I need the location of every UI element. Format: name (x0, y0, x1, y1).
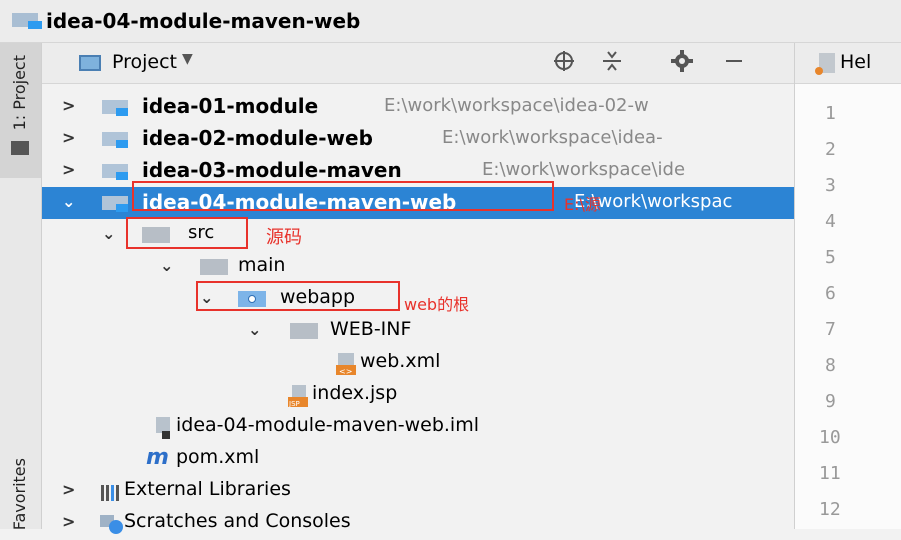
tree-item-index-jsp[interactable]: JSP index.jsp (42, 379, 794, 411)
xml-file-icon: <> (336, 353, 356, 376)
tree-item-label: pom.xml (176, 446, 260, 468)
tree-item-path: E:\work\workspace\idea-02-w (384, 95, 649, 116)
tree-item-label: web.xml (360, 350, 441, 372)
tree-item-label: index.jsp (312, 382, 398, 404)
chevron-right-icon[interactable]: > (62, 128, 75, 147)
line-number: 3 (825, 175, 836, 196)
svg-text:JSP: JSP (288, 400, 300, 407)
gear-icon[interactable] (670, 49, 694, 79)
tool-window-strip: 1: Project Favorites (0, 43, 42, 530)
module-folder-icon (102, 196, 128, 212)
maven-file-icon: m (146, 445, 169, 470)
project-view-icon (79, 55, 101, 71)
tree-item-web-xml[interactable]: <> web.xml (42, 347, 794, 379)
editor-area: Hel 1 2 3 4 5 6 7 8 9 10 11 12 (794, 43, 901, 529)
annotation-src: 源码 (266, 227, 302, 248)
module-folder-icon (102, 132, 128, 148)
locate-icon[interactable] (552, 49, 576, 79)
project-panel-header: Project ▼ (42, 43, 794, 84)
collapse-all-icon[interactable] (600, 49, 624, 79)
line-number: 8 (825, 355, 836, 376)
window-title: idea-04-module-maven-web (46, 9, 361, 33)
library-icon (100, 481, 120, 503)
line-number: 1 (825, 103, 836, 124)
line-number: 11 (819, 463, 841, 484)
line-number: 9 (825, 391, 836, 412)
iml-file-icon (152, 417, 172, 439)
module-folder-icon (102, 164, 128, 180)
java-file-icon (815, 53, 835, 75)
project-tool-button[interactable]: 1: Project (0, 43, 41, 178)
project-view-selector[interactable]: Project (112, 51, 177, 73)
chevron-down-icon[interactable]: ⌄ (102, 224, 115, 243)
annotation-webapp: web的根 (404, 295, 470, 314)
jsp-file-icon: JSP (288, 385, 308, 408)
chevron-down-icon[interactable]: ⌄ (160, 256, 173, 275)
scratches-icon (100, 513, 123, 535)
project-tool-icon (11, 141, 29, 155)
highlight-box-module (132, 181, 554, 211)
module-folder-icon (102, 100, 128, 116)
tree-item-label: idea-01-module (142, 94, 319, 118)
tree-item-label: WEB-INF (330, 318, 412, 340)
tree-item-idea-01-module[interactable]: > idea-01-module E:\work\workspace\idea-… (42, 91, 794, 123)
chevron-down-icon[interactable]: ⌄ (62, 192, 75, 211)
window-title-bar: idea-04-module-maven-web (0, 0, 901, 43)
tree-item-pom-xml[interactable]: m pom.xml (42, 443, 794, 475)
folder-icon (290, 323, 318, 339)
highlight-box-webapp (196, 281, 400, 311)
tree-item-label: idea-03-module-maven (142, 158, 402, 182)
module-folder-icon (12, 13, 42, 29)
tree-item-idea-02-module-web[interactable]: > idea-02-module-web E:\work\workspace\i… (42, 123, 794, 155)
line-number: 2 (825, 139, 836, 160)
chevron-right-icon[interactable]: > (62, 96, 75, 115)
chevron-right-icon[interactable]: > (62, 512, 75, 531)
line-number: 4 (825, 211, 836, 232)
line-number: 5 (825, 247, 836, 268)
project-tool-label: 1: Project (10, 55, 29, 131)
tree-item-external-libraries[interactable]: > External Libraries (42, 475, 794, 507)
tree-item-label: idea-02-module-web (142, 126, 373, 150)
chevron-down-icon[interactable]: ⌄ (248, 320, 261, 339)
tree-item-path: E:\work\workspace\ide (482, 159, 686, 180)
tree-item-iml[interactable]: idea-04-module-maven-web.iml (42, 411, 794, 443)
line-number: 12 (819, 499, 841, 520)
line-number: 6 (825, 283, 836, 304)
path-annotation: E:\源 (564, 195, 601, 214)
highlight-box-src (126, 217, 248, 249)
chevron-right-icon[interactable]: > (62, 160, 75, 179)
project-panel: Project ▼ > idea-01-module E:\work\works… (42, 43, 794, 534)
editor-tab[interactable]: Hel (795, 43, 901, 84)
tree-item-main[interactable]: ⌄ main (42, 251, 794, 283)
svg-text:<>: <> (339, 367, 352, 375)
hide-panel-icon[interactable] (722, 49, 746, 79)
editor-tab-label: Hel (840, 51, 872, 73)
line-number: 7 (825, 319, 836, 340)
tree-item-label: main (238, 254, 286, 276)
chevron-right-icon[interactable]: > (62, 480, 75, 499)
favorites-tool-button[interactable]: Favorites (10, 458, 29, 530)
chevron-down-icon[interactable]: ▼ (182, 51, 193, 67)
tree-item-scratches[interactable]: > Scratches and Consoles (42, 507, 794, 539)
tree-item-label: idea-04-module-maven-web.iml (176, 414, 479, 436)
tree-item-label: External Libraries (124, 478, 291, 500)
tree-item-path: E:\work\workspace\idea- (442, 127, 663, 148)
line-number: 10 (819, 427, 841, 448)
tree-item-web-inf[interactable]: ⌄ WEB-INF (42, 315, 794, 347)
folder-icon (200, 259, 228, 275)
